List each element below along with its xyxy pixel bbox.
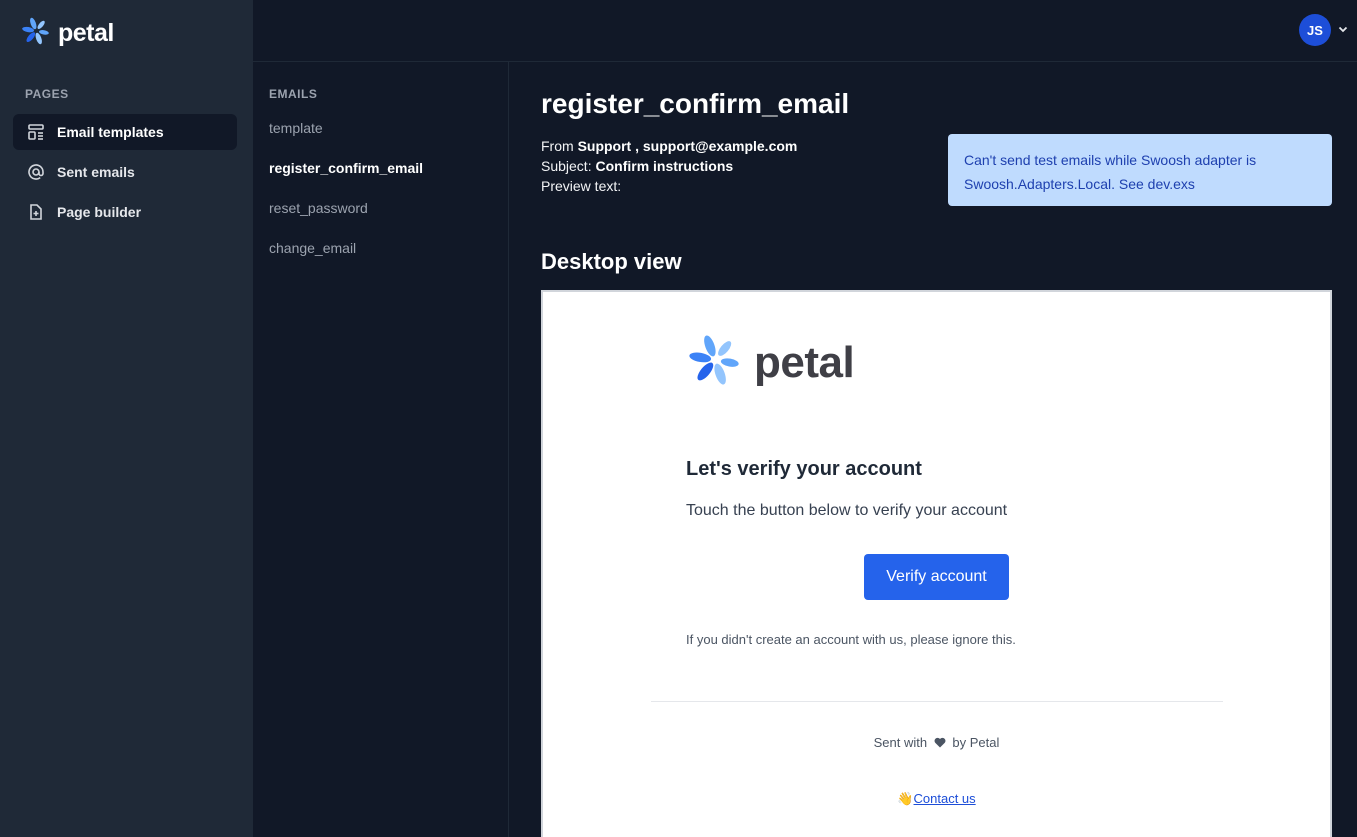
- preview-body-text: Touch the button below to verify your ac…: [686, 502, 1008, 519]
- email-item-change-email[interactable]: change_email: [269, 240, 356, 256]
- sidebar-item-label: Sent emails: [57, 164, 135, 180]
- footer-suffix: by Petal: [952, 735, 1000, 750]
- email-meta: From Support , support@example.com Subje…: [541, 136, 797, 196]
- top-bar: JS: [253, 0, 1357, 62]
- contact-us-link[interactable]: Contact us: [914, 791, 976, 806]
- logo-text: petal: [58, 19, 114, 47]
- preview-divider: [651, 701, 1223, 702]
- email-item-template[interactable]: template: [269, 120, 323, 136]
- user-avatar[interactable]: JS: [1299, 14, 1331, 46]
- template-icon: [27, 123, 45, 141]
- footer-prefix: Sent with: [873, 735, 928, 750]
- verify-account-button[interactable]: Verify account: [864, 554, 1009, 600]
- from-line: From Support , support@example.com: [541, 136, 797, 156]
- sidebar: petal PAGES Email templates Sent emails …: [0, 0, 253, 837]
- chevron-down-icon[interactable]: [1337, 22, 1349, 34]
- petal-flower-icon: [20, 16, 52, 51]
- info-alert: Can't send test emails while Swoosh adap…: [948, 134, 1332, 206]
- desktop-view-title: Desktop view: [541, 249, 682, 274]
- sidebar-item-label: Page builder: [57, 204, 142, 220]
- page-title: register_confirm_email: [541, 88, 850, 119]
- email-preview-frame: petal Let's verify your account Touch th…: [541, 290, 1332, 837]
- pages-section-label: PAGES: [25, 87, 69, 101]
- from-label: From: [541, 138, 574, 154]
- emails-list-panel: EMAILS template register_confirm_email r…: [253, 62, 509, 837]
- sidebar-item-sent-emails[interactable]: Sent emails: [13, 154, 237, 190]
- subject-label: Subject:: [541, 158, 592, 174]
- preview-text-label: Preview text:: [541, 178, 622, 194]
- sidebar-item-page-builder[interactable]: Page builder: [13, 194, 237, 230]
- preview-text-line: Preview text:: [541, 176, 797, 196]
- preview-footer: Sent with by Petal: [543, 735, 1330, 751]
- sidebar-item-email-templates[interactable]: Email templates: [13, 114, 237, 150]
- sidebar-item-label: Email templates: [57, 124, 164, 140]
- preview-contact: 👋Contact us: [543, 791, 1330, 807]
- at-sign-icon: [27, 163, 45, 181]
- preview-note: If you didn't create an account with us,…: [686, 632, 1016, 647]
- heart-icon: [934, 736, 946, 751]
- document-add-icon: [27, 203, 45, 221]
- preview-heading: Let's verify your account: [686, 458, 922, 480]
- petal-logo[interactable]: petal: [20, 16, 114, 51]
- preview-petal-logo: petal: [686, 332, 855, 393]
- preview-logo-text: petal: [754, 337, 855, 387]
- emails-section-label: EMAILS: [269, 87, 318, 101]
- subject-line: Subject: Confirm instructions: [541, 156, 797, 176]
- sidebar-nav: Email templates Sent emails Page builder: [13, 114, 237, 234]
- main-content: register_confirm_email From Support , su…: [509, 62, 1357, 837]
- petal-flower-icon: [686, 332, 744, 393]
- wave-emoji-icon: 👋: [897, 791, 914, 806]
- email-item-reset-password[interactable]: reset_password: [269, 200, 368, 216]
- from-value: Support , support@example.com: [577, 138, 798, 154]
- email-item-register-confirm-email[interactable]: register_confirm_email: [269, 160, 423, 176]
- subject-value: Confirm instructions: [595, 158, 734, 174]
